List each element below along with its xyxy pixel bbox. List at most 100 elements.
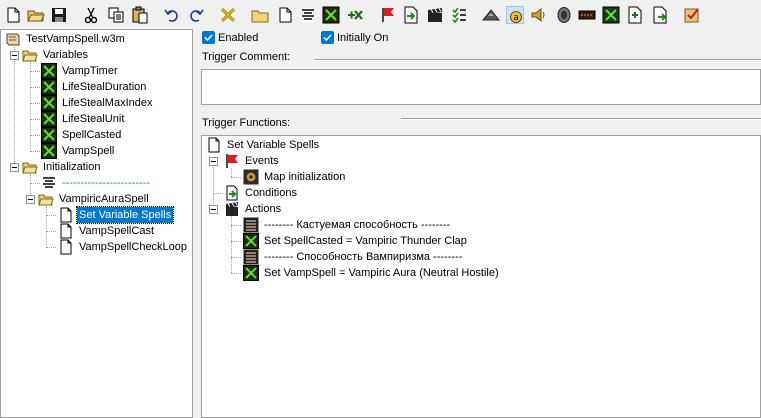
- tree-folder-label: VampiricAuraSpell: [59, 193, 149, 205]
- variables-icon[interactable]: [322, 6, 340, 24]
- tree-line: [30, 119, 40, 120]
- tree-line: [231, 168, 232, 177]
- tree-line: [30, 135, 40, 136]
- quest-icon[interactable]: [651, 6, 669, 24]
- new-action-icon[interactable]: [402, 6, 420, 24]
- comment-icon: [243, 249, 259, 265]
- variable-icon: [41, 63, 57, 79]
- campaign-editor-icon[interactable]: [555, 6, 573, 24]
- enabled-checkbox[interactable]: [202, 31, 215, 44]
- action-item-label: Set VampSpell = Vampiric Aura (Neutral H…: [264, 267, 499, 279]
- tree-item-label: LifeStealMaxIndex: [62, 97, 153, 109]
- collapse-toggle[interactable]: [10, 51, 19, 60]
- tree-item-label: LifeStealDuration: [62, 81, 147, 93]
- new-condition-icon[interactable]: [379, 6, 397, 24]
- new-event-icon[interactable]: [346, 6, 364, 24]
- new-icon[interactable]: [4, 6, 22, 24]
- variable-icon: [243, 265, 259, 281]
- action-item-label: -------- Кастуемая способность --------: [264, 219, 451, 231]
- paste-icon[interactable]: [131, 6, 149, 24]
- trigger-functions-tree[interactable]: Set Variable Spells Events Map initializ…: [201, 135, 761, 418]
- actions-label: Actions: [245, 203, 282, 215]
- tree-item-label: VampTimer: [62, 65, 118, 77]
- collapse-toggle[interactable]: [209, 157, 218, 166]
- tree-item-label-selected: Set Variable Spells: [75, 206, 175, 224]
- map-icon: [5, 31, 21, 47]
- action-item-label: -------- Способность Вампиризма --------: [264, 251, 463, 263]
- variable-icon: [41, 79, 57, 95]
- collapse-toggle[interactable]: [209, 205, 218, 214]
- enabled-label[interactable]: Enabled: [218, 31, 258, 45]
- new-trigger-icon[interactable]: [276, 6, 294, 24]
- undo-icon[interactable]: [163, 6, 181, 24]
- redo-icon[interactable]: [187, 6, 205, 24]
- ai-editor-icon[interactable]: [578, 6, 596, 24]
- trigger-comment-label: Trigger Comment:: [202, 51, 291, 63]
- conditions-label: Conditions: [245, 187, 297, 199]
- tree-line: [30, 183, 40, 184]
- folder-open-icon: [38, 191, 54, 207]
- flag-icon: [224, 153, 240, 169]
- comment-icon: [41, 175, 57, 191]
- import-manager-icon[interactable]: [626, 6, 644, 24]
- variable-icon: [41, 111, 57, 127]
- copy-icon[interactable]: [107, 6, 125, 24]
- save-icon[interactable]: [50, 6, 68, 24]
- tree-line: [231, 257, 241, 258]
- tree-item-label: VampSpell: [62, 145, 115, 157]
- open-icon[interactable]: [27, 6, 45, 24]
- tree-line: [213, 193, 223, 194]
- svg-text:a: a: [513, 13, 519, 23]
- initially-on-label[interactable]: Initially On: [337, 31, 388, 45]
- tree-line: [30, 58, 31, 152]
- test-map-icon[interactable]: [426, 6, 444, 24]
- tree-line: [14, 47, 15, 162]
- object-manager-icon[interactable]: [602, 6, 620, 24]
- functions-root-label: Set Variable Spells: [227, 139, 320, 151]
- tree-root-label: TestVampSpell.w3m: [26, 33, 125, 45]
- variable-icon: [41, 95, 57, 111]
- tree-folder-label: Initialization: [43, 161, 101, 173]
- event-item-label: Map initialization: [264, 171, 346, 183]
- tree-line: [231, 241, 241, 242]
- trigger-editor-icon[interactable]: [482, 6, 500, 24]
- new-category-icon[interactable]: [251, 6, 269, 24]
- divider: [401, 118, 761, 120]
- tree-item-label: LifeStealUnit: [62, 113, 125, 125]
- sound-editor-icon[interactable]: a: [506, 6, 524, 24]
- cut-icon[interactable]: [82, 6, 100, 24]
- trigger-tree[interactable]: TestVampSpell.w3m Variables VampTimer Li…: [0, 29, 193, 418]
- variable-icon: [41, 127, 57, 143]
- folder-open-icon: [22, 47, 38, 63]
- folder-open-icon: [22, 159, 38, 175]
- events-label: Events: [245, 155, 279, 167]
- tree-line: [231, 177, 241, 178]
- toolbar: a: [0, 0, 761, 30]
- trigger-icon: [58, 239, 74, 255]
- clapperboard-icon: [224, 201, 240, 217]
- collapse-toggle[interactable]: [26, 195, 35, 204]
- action-item-label: Set SpellCasted = Vampiric Thunder Clap: [264, 235, 467, 247]
- delete-icon[interactable]: [219, 6, 237, 24]
- tree-line: [30, 87, 40, 88]
- collapse-toggle[interactable]: [10, 163, 19, 172]
- variable-icon: [243, 233, 259, 249]
- trigger-comment-field[interactable]: [201, 69, 761, 105]
- trigger-functions-label: Trigger Functions:: [202, 117, 291, 129]
- tree-item-label: VampSpellCast: [79, 225, 154, 237]
- tree-line: [30, 151, 40, 152]
- tree-line: [30, 103, 40, 104]
- tree-item-label: VampSpellCheckLoop: [79, 241, 188, 253]
- tree-line: [30, 71, 40, 72]
- variable-icon: [41, 143, 57, 159]
- condition-icon: [224, 185, 240, 201]
- trigger-icon: [206, 137, 222, 153]
- terrain-editor-icon[interactable]: [450, 6, 468, 24]
- initially-on-checkbox[interactable]: [321, 31, 334, 44]
- checklist-icon[interactable]: [683, 6, 701, 24]
- object-editor-icon[interactable]: [530, 6, 548, 24]
- tree-line: [231, 273, 241, 274]
- tree-folder-label: Variables: [43, 49, 89, 61]
- new-comment-icon[interactable]: [299, 6, 317, 24]
- tree-line: [46, 215, 56, 216]
